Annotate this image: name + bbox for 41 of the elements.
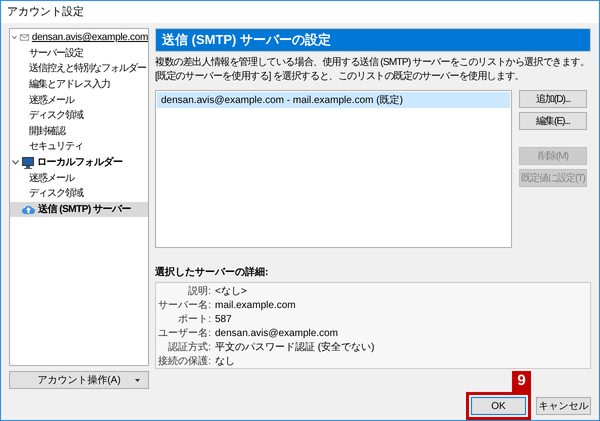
field-value: なし — [215, 354, 235, 368]
tree-item[interactable]: サーバー設定 — [10, 46, 148, 62]
action-button[interactable]: 編集(E)... — [519, 112, 587, 130]
callout-number: 9 — [512, 371, 531, 392]
window-title: アカウント設定 — [7, 4, 84, 20]
field-value: mail.example.com — [215, 298, 296, 312]
tree-item[interactable]: 迷惑メール — [10, 170, 148, 186]
tree-item[interactable]: 迷惑メール — [10, 92, 148, 108]
description-text: 複数の差出人情報を管理している場合、使用する送信 (SMTP) サーバーをこのリストから選択できます。[既定のサーバーを使用する] を選択すると、このリストの既定のサーバーを使用します。 — [155, 56, 590, 84]
ok-button[interactable]: OK — [471, 397, 526, 415]
field-label: ユーザー名: — [157, 326, 211, 340]
tree-item[interactable]: ディスク領域 — [10, 186, 148, 202]
field-label: 説明: — [187, 284, 211, 298]
tree-item[interactable]: densan.avis@example.com — [10, 30, 148, 46]
chevron-down-icon[interactable] — [12, 160, 19, 166]
cancel-button[interactable]: キャンセル — [536, 397, 591, 415]
field-value: 平文のパスワード認証 (安全でない) — [215, 340, 374, 354]
field-label: ポート: — [177, 312, 211, 326]
dropdown-arrow-icon — [135, 378, 140, 382]
action-button[interactable]: 追加(D)... — [519, 90, 587, 108]
cloud-upload-icon — [22, 204, 35, 215]
envelope-icon — [20, 33, 29, 42]
chevron-down-icon[interactable] — [12, 35, 17, 40]
tree-item[interactable]: 送信 (SMTP) サーバー — [10, 202, 148, 218]
tree-item[interactable]: ディスク領域 — [10, 108, 148, 124]
tree-item[interactable]: 送信控えと特別なフォルダー — [10, 61, 148, 77]
field-value: <なし> — [215, 284, 247, 298]
field-label: 接続の保護: — [157, 354, 211, 368]
server-list-item[interactable]: densan.avis@example.com - mail.example.com (既定) — [157, 92, 510, 108]
field-value: 587 — [215, 312, 232, 326]
computer-icon — [22, 156, 34, 169]
tree-item[interactable]: 編集とアドレス入力 — [10, 76, 148, 92]
details-heading: 選択したサーバーの詳細: — [155, 266, 270, 280]
tree-item[interactable]: セキュリティ — [10, 139, 148, 155]
field-value: densan.avis@example.com — [215, 326, 338, 340]
tree-item[interactable]: 開封確認 — [10, 124, 148, 140]
field-label: サーバー名: — [157, 298, 211, 312]
tree-item[interactable]: ローカルフォルダー — [10, 154, 148, 170]
account-actions-button[interactable]: アカウント操作(A) — [9, 371, 149, 389]
field-label: 認証方式: — [167, 340, 211, 354]
panel-header: 送信 (SMTP) サーバーの設定 — [155, 28, 591, 52]
